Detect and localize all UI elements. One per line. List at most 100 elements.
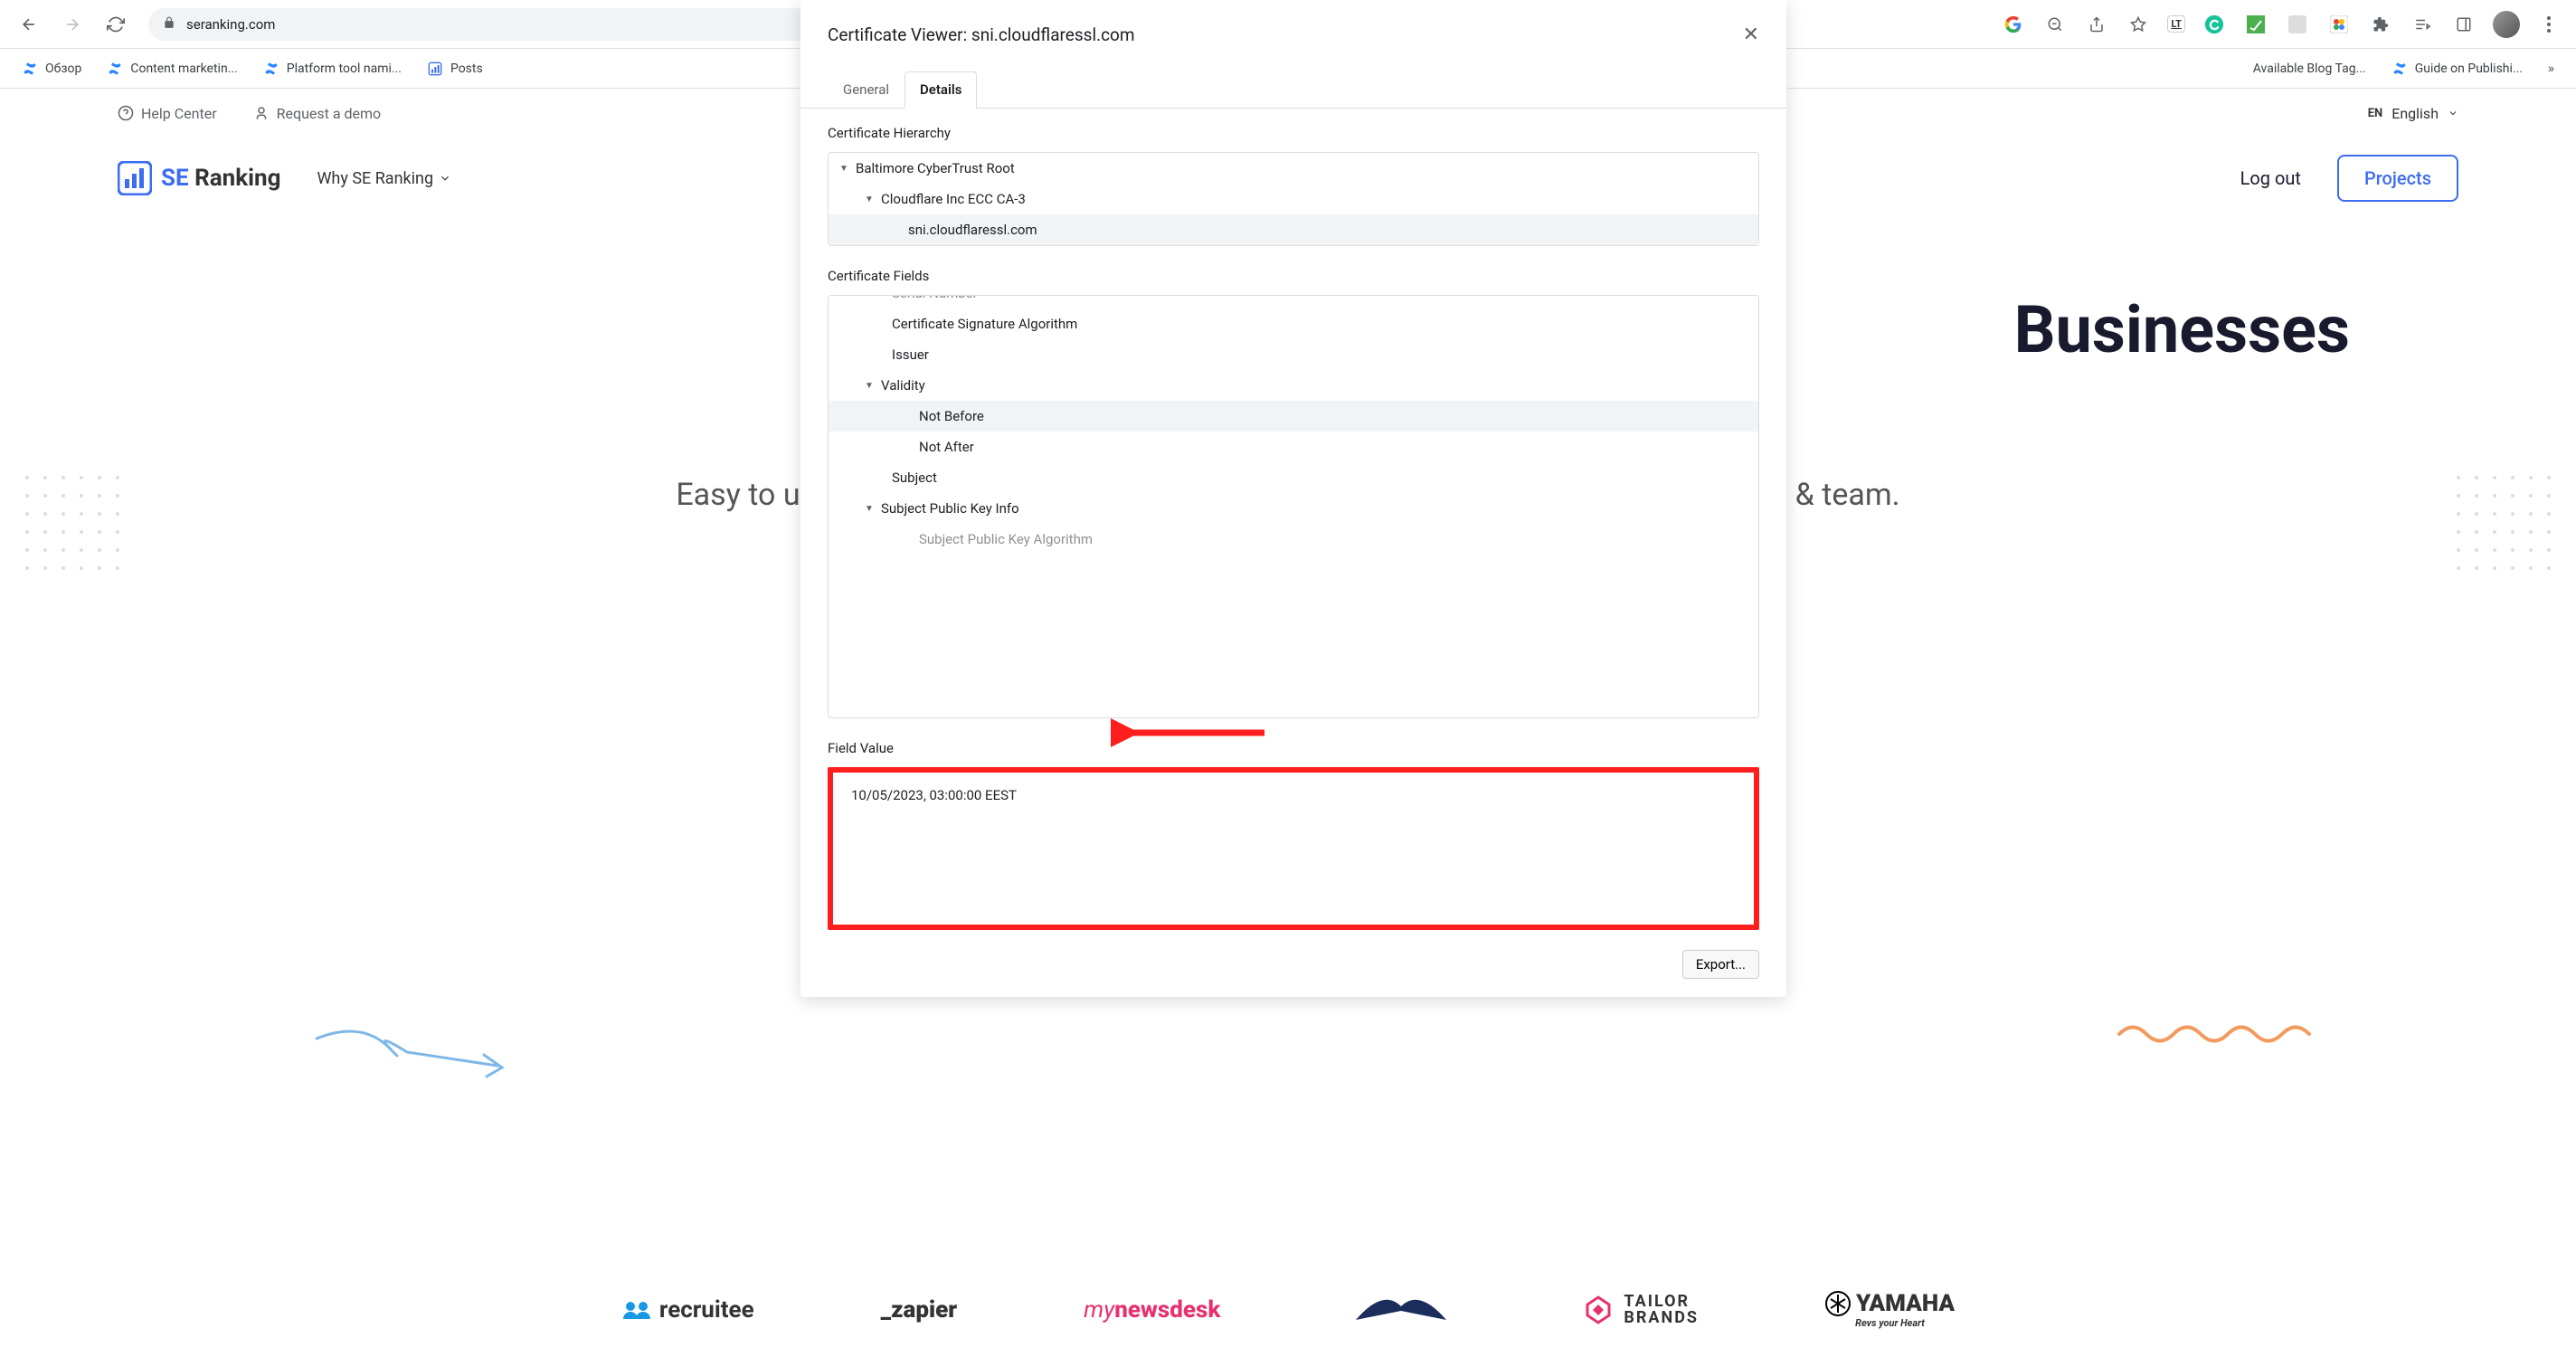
logo-text-post: Ranking: [194, 165, 280, 192]
brand-yamaha-label: YAMAHA: [1856, 1290, 1955, 1317]
field-label: Not Before: [919, 408, 984, 424]
hierarchy-leaf-label: sni.cloudflaressl.com: [908, 222, 1037, 238]
ext-green-icon[interactable]: [2243, 12, 2268, 37]
bookmark-tags[interactable]: Available Blog Tag...: [2253, 62, 2366, 76]
language-selector[interactable]: ENEnglish: [2368, 105, 2458, 122]
brand-yamaha-sub: Revs your Heart: [1825, 1317, 1955, 1329]
back-button[interactable]: [14, 10, 43, 39]
extensions-icon[interactable]: [2368, 12, 2393, 37]
certificate-viewer-dialog: Certificate Viewer: sni.cloudflaressl.co…: [800, 0, 1786, 997]
expand-icon: ▼: [839, 164, 852, 174]
bookmark-label: Обзор: [45, 62, 81, 76]
logout-link[interactable]: Log out: [2240, 167, 2301, 189]
bookmark-label: Available Blog Tag...: [2253, 62, 2366, 76]
tailor-icon: [1582, 1294, 1615, 1326]
field-label: Subject: [892, 470, 937, 486]
hierarchy-root-label: Baltimore CyberTrust Root: [856, 160, 1015, 176]
dialog-tabs: General Details: [800, 71, 1786, 109]
nav-why[interactable]: Why SE Ranking: [317, 169, 451, 188]
field-label: Subject Public Key Algorithm: [919, 531, 1093, 547]
brand-mizuno: [1347, 1284, 1455, 1335]
field-subject[interactable]: Subject: [829, 462, 1758, 493]
field-spk-algo[interactable]: Subject Public Key Algorithm: [829, 524, 1758, 555]
share-icon[interactable]: [2084, 12, 2109, 37]
chevron-down-icon: [2448, 108, 2458, 119]
toolbar-extensions: LT: [2001, 11, 2562, 38]
browser-menu-icon[interactable]: [2536, 12, 2562, 37]
brand-recruitee: recruitee: [621, 1296, 754, 1324]
ext-grammarly-icon[interactable]: [2202, 12, 2227, 37]
hero-sub-left: Easy to u: [676, 477, 800, 513]
fields-label: Certificate Fields: [828, 268, 1759, 284]
playlist-icon[interactable]: [2410, 12, 2435, 37]
ext-gray-icon[interactable]: [2285, 12, 2310, 37]
help-center-link[interactable]: Help Center: [118, 105, 217, 122]
hierarchy-intermediate[interactable]: ▼Cloudflare Inc ECC CA-3: [829, 184, 1758, 214]
field-not-before[interactable]: Not Before: [829, 401, 1758, 432]
dialog-title: Certificate Viewer: sni.cloudflaressl.co…: [828, 24, 1135, 45]
field-validity[interactable]: ▼Validity: [829, 370, 1758, 401]
zoom-icon[interactable]: [2042, 12, 2068, 37]
hierarchy-section: Certificate Hierarchy ▼ Baltimore CyberTr…: [800, 109, 1786, 251]
brand-zapier: _zapier: [881, 1296, 958, 1324]
hierarchy-leaf[interactable]: sni.cloudflaressl.com: [829, 214, 1758, 245]
field-value-text: 10/05/2023, 03:00:00 EEST: [851, 787, 1017, 803]
bookmark-platform[interactable]: Platform tool nami...: [263, 61, 402, 77]
field-value-label: Field Value: [828, 740, 1759, 756]
hierarchy-root[interactable]: ▼ Baltimore CyberTrust Root: [829, 153, 1758, 184]
bookmark-label: Posts: [450, 62, 483, 76]
confluence-icon: [107, 61, 123, 77]
bookmark-guide[interactable]: Guide on Publishi...: [2391, 61, 2523, 77]
fields-tree[interactable]: Serial Number Certificate Signature Algo…: [828, 295, 1759, 718]
chart-icon: [427, 61, 443, 77]
bookmarks-overflow[interactable]: »: [2548, 62, 2554, 76]
bookmark-posts[interactable]: Posts: [427, 61, 483, 77]
confluence-icon: [22, 61, 38, 77]
ext-lt-icon[interactable]: LT: [2167, 15, 2185, 33]
bookmark-content[interactable]: Content marketin...: [107, 61, 237, 77]
tab-general[interactable]: General: [828, 71, 904, 108]
decoration-dots: [18, 469, 127, 577]
field-label: Validity: [881, 377, 925, 394]
site-logo[interactable]: SE Ranking: [118, 161, 280, 195]
close-button[interactable]: ✕: [1743, 24, 1759, 46]
field-not-after[interactable]: Not After: [829, 432, 1758, 462]
bookmark-label: Content marketin...: [130, 62, 237, 76]
mizuno-icon: [1347, 1284, 1455, 1329]
field-label: Certificate Signature Algorithm: [892, 316, 1077, 332]
field-issuer[interactable]: Issuer: [829, 339, 1758, 370]
decoration-swirl: [308, 1011, 525, 1084]
field-sig-algo[interactable]: Certificate Signature Algorithm: [829, 308, 1758, 339]
field-spki[interactable]: ▼Subject Public Key Info: [829, 493, 1758, 524]
field-label: Issuer: [892, 346, 929, 363]
brand-tailor-line2: BRANDS: [1624, 1310, 1699, 1326]
brand-tailor: TAILORBRANDS: [1582, 1294, 1699, 1326]
forward-button[interactable]: [58, 10, 87, 39]
brand-mynewsdesk: mymynewsdesknewsdesk: [1084, 1296, 1220, 1324]
brand-logos: recruitee _zapier mymynewsdesknewsdesk T…: [0, 1284, 2576, 1335]
brand-yamaha: YAMAHARevs your Heart: [1825, 1290, 1955, 1329]
logo-icon: [118, 161, 152, 195]
request-demo-link[interactable]: Request a demo: [253, 105, 382, 122]
hierarchy-label: Certificate Hierarchy: [828, 125, 1759, 141]
profile-avatar[interactable]: [2493, 11, 2520, 38]
google-icon[interactable]: [2001, 12, 2026, 37]
field-serial[interactable]: Serial Number: [829, 295, 1758, 308]
request-demo-label: Request a demo: [277, 105, 382, 122]
decoration-dots: [2449, 469, 2558, 577]
hero-title-right: Businesses: [2014, 291, 2350, 368]
chevron-down-icon: [439, 172, 451, 185]
ext-color-icon[interactable]: [2326, 12, 2352, 37]
sidepanel-icon[interactable]: [2451, 12, 2477, 37]
bookmark-obzor[interactable]: Обзор: [22, 61, 81, 77]
hero-sub-right: & team.: [1795, 477, 1900, 513]
export-button[interactable]: Export...: [1682, 950, 1759, 979]
projects-button[interactable]: Projects: [2337, 155, 2458, 202]
star-icon[interactable]: [2126, 12, 2151, 37]
hierarchy-intermediate-label: Cloudflare Inc ECC CA-3: [881, 191, 1026, 207]
reload-button[interactable]: [101, 10, 130, 39]
tab-details[interactable]: Details: [904, 71, 977, 109]
logo-text-pre: SE: [161, 165, 189, 192]
fields-section: Certificate Fields Serial Number Certifi…: [800, 251, 1786, 724]
url-text: seranking.com: [186, 16, 275, 33]
